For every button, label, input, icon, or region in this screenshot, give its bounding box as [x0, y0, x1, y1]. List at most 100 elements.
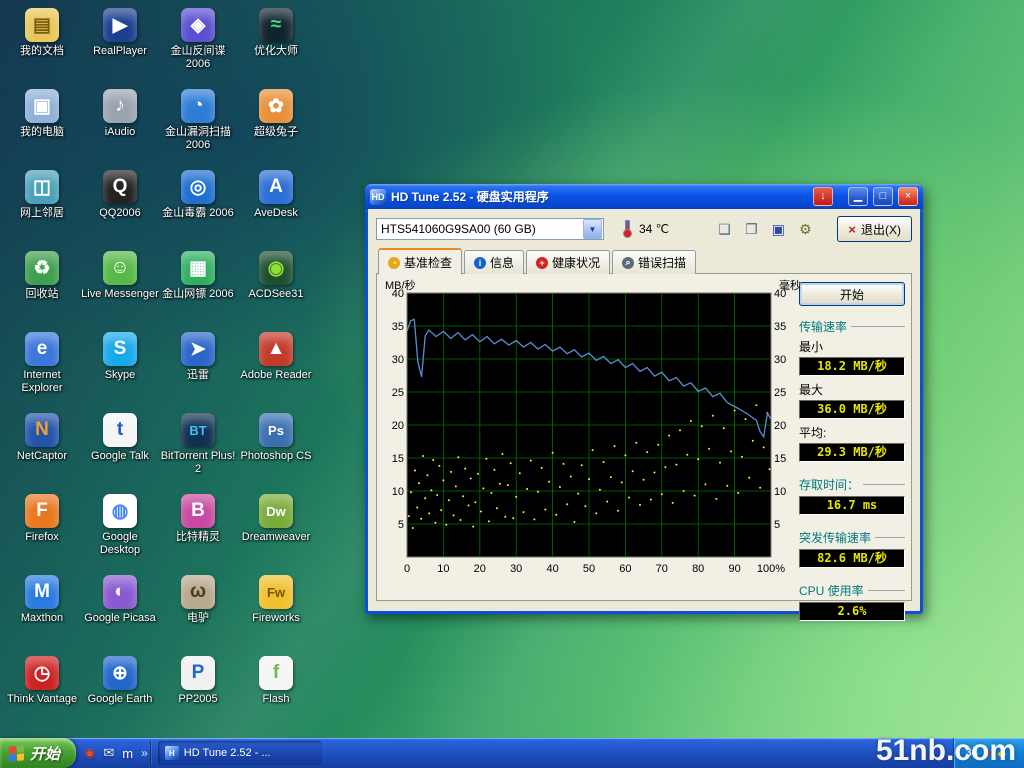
- tab-error-scan[interactable]: ⌕错误扫描: [612, 250, 696, 274]
- start-benchmark-button[interactable]: 开始: [799, 282, 905, 306]
- chevron-down-icon[interactable]: ▼: [583, 219, 602, 239]
- svg-text:30: 30: [510, 563, 522, 575]
- quick-launch-2-icon[interactable]: ✉: [103, 745, 114, 761]
- desktop-icon-label: 金山毒霸 2006: [159, 207, 237, 220]
- desktop-icon[interactable]: AAveDesk: [237, 170, 315, 220]
- tray-icon-2[interactable]: ◆: [998, 747, 1006, 760]
- desktop-icon[interactable]: ♻回收站: [3, 251, 81, 301]
- desktop-icon-image: S: [103, 332, 137, 366]
- desktop-icon-label: Google Picasa: [81, 612, 159, 625]
- svg-text:15: 15: [392, 453, 404, 465]
- desktop-icon-label: 回收站: [3, 288, 81, 301]
- drive-select[interactable]: HTS541060G9SA00 (60 GB) ▼: [376, 218, 604, 240]
- desktop-icon[interactable]: ☺Live Messenger: [81, 251, 159, 301]
- quick-launch-1-icon[interactable]: ◉: [84, 745, 95, 761]
- benchmark-sidebar: 开始 传输速率 最小 18.2 MB/秒 最大 36.0 MB/秒 平均: 29…: [799, 282, 905, 626]
- desktop-icon[interactable]: SSkype: [81, 332, 159, 382]
- desktop-icon[interactable]: NNetCaptor: [3, 413, 81, 463]
- desktop-icon-image: e: [25, 332, 59, 366]
- desktop-icon-image: ▤: [25, 8, 59, 42]
- desktop-icon[interactable]: ▲Adobe Reader: [237, 332, 315, 382]
- tab-label: 健康状况: [552, 254, 600, 271]
- desktop-icon[interactable]: MMaxthon: [3, 575, 81, 625]
- desktop-icon[interactable]: PPP2005: [159, 656, 237, 706]
- desktop-icon-image: Fw: [259, 575, 293, 609]
- desktop-icon-image: ◎: [181, 170, 215, 204]
- hdtune-window: HD HD Tune 2.52 - 硬盘实用程序 ↓ ▁ □ × HTS5410…: [365, 184, 923, 614]
- update-download-button[interactable]: ↓: [813, 187, 833, 206]
- copy-text-icon[interactable]: ❐: [741, 219, 761, 239]
- desktop-icon[interactable]: tGoogle Talk: [81, 413, 159, 463]
- desktop-icon-image: N: [25, 413, 59, 447]
- desktop-icon[interactable]: PsPhotoshop CS: [237, 413, 315, 463]
- exit-button-label: 退出(X): [861, 221, 901, 238]
- copy-screenshot-icon[interactable]: ❏: [714, 219, 734, 239]
- window-titlebar[interactable]: HD HD Tune 2.52 - 硬盘实用程序 ↓ ▁ □ ×: [365, 184, 923, 209]
- svg-text:20: 20: [392, 420, 404, 432]
- tab-health[interactable]: +健康状况: [526, 250, 610, 274]
- desktop-icon-image: ☺: [103, 251, 137, 285]
- desktop-icon-label: 超级兔子: [237, 126, 315, 139]
- maximize-button[interactable]: □: [873, 187, 893, 206]
- quick-launch-3-icon[interactable]: m: [122, 746, 133, 761]
- desktop-icon[interactable]: e Internet Explorer: [3, 332, 81, 395]
- desktop-icon-image: P: [181, 656, 215, 690]
- desktop-icon[interactable]: ◐Google Picasa: [81, 575, 159, 625]
- desktop-icon[interactable]: ▶RealPlayer: [81, 8, 159, 58]
- tab-info[interactable]: i信息: [464, 250, 524, 274]
- desktop-icon-label: Think Vantage: [3, 693, 81, 706]
- desktop-icon[interactable]: FwFireworks: [237, 575, 315, 625]
- tab-benchmark[interactable]: ◔ 基准检查: [378, 248, 462, 275]
- desktop-icon[interactable]: ▤我的文档: [3, 8, 81, 58]
- avg-value: 29.3 MB/秒: [799, 443, 905, 462]
- desktop-icon-image: f: [259, 656, 293, 690]
- svg-text:30: 30: [774, 354, 786, 366]
- minimize-button[interactable]: ▁: [848, 187, 868, 206]
- svg-text:5: 5: [774, 519, 780, 531]
- close-button[interactable]: ×: [898, 187, 918, 206]
- options-icon[interactable]: ⚙: [795, 219, 815, 239]
- desktop-icon[interactable]: ⊕Google Earth: [81, 656, 159, 706]
- desktop-icon[interactable]: ω电驴: [159, 575, 237, 625]
- desktop-icon[interactable]: ◷Think Vantage: [3, 656, 81, 706]
- benchmark-tab-icon: ◔: [388, 257, 400, 269]
- desktop-icon[interactable]: B比特精灵: [159, 494, 237, 544]
- desktop-icon[interactable]: ➤迅雷: [159, 332, 237, 382]
- desktop-icon[interactable]: ◍Google Desktop: [81, 494, 159, 557]
- desktop-icon[interactable]: ◫网上邻居: [3, 170, 81, 220]
- access-time-header: 存取时间：: [799, 476, 905, 493]
- quick-launch-overflow[interactable]: »: [141, 746, 148, 760]
- desktop-icon-image: ▦: [181, 251, 215, 285]
- window-toolbar: HTS541060G9SA00 (60 GB) ▼ 34 ℃ ❏❐▣⚙ × 退出…: [368, 209, 920, 248]
- tab-label: 错误扫描: [638, 254, 686, 271]
- desktop-icon-image: ◔: [181, 89, 215, 123]
- desktop-icon[interactable]: ▣我的电脑: [3, 89, 81, 139]
- svg-text:10: 10: [774, 486, 786, 498]
- exit-button[interactable]: × 退出(X): [837, 216, 912, 242]
- start-menu-button[interactable]: 开始: [0, 738, 76, 768]
- desktop-icon[interactable]: DwDreamweaver: [237, 494, 315, 544]
- desktop-icon[interactable]: ◎ 金山毒霸 2006: [159, 170, 237, 220]
- desktop-icon[interactable]: ≈优化大师: [237, 8, 315, 58]
- desktop-icon[interactable]: QQQ2006: [81, 170, 159, 220]
- desktop-icon[interactable]: ✿超级兔子: [237, 89, 315, 139]
- min-value: 18.2 MB/秒: [799, 357, 905, 376]
- desktop-icon[interactable]: ♪iAudio: [81, 89, 159, 139]
- desktop-icon[interactable]: ▦金山网镖 2006: [159, 251, 237, 301]
- desktop-icon-label: Internet Explorer: [3, 369, 81, 395]
- desktop-icon[interactable]: ◈金山反间谍 2006: [159, 8, 237, 71]
- tab-label: 基准检查: [404, 254, 452, 271]
- desktop-icon[interactable]: ◔金山漏洞扫描 2006: [159, 89, 237, 152]
- task-button-hdtune[interactable]: H HD Tune 2.52 - ...: [158, 741, 322, 765]
- hdtune-app-icon: HD: [370, 189, 386, 205]
- quick-launch-bar: ◉ ✉ m: [76, 738, 141, 768]
- desktop-icon[interactable]: fFlash: [237, 656, 315, 706]
- svg-text:35: 35: [392, 321, 404, 333]
- desktop-icon[interactable]: FFirefox: [3, 494, 81, 544]
- avg-label: 平均:: [799, 424, 905, 441]
- desktop-icon[interactable]: BTBitTorrent Plus! 2: [159, 413, 237, 476]
- desktop-icon[interactable]: ◉ACDSee31: [237, 251, 315, 301]
- desktop: ▤我的文档 ▣我的电脑 ◫网上邻居 ♻回收站 e Internet Explorer NNe…: [0, 0, 1024, 768]
- save-screenshot-icon[interactable]: ▣: [768, 219, 788, 239]
- tray-icon-1[interactable]: ●: [985, 747, 992, 759]
